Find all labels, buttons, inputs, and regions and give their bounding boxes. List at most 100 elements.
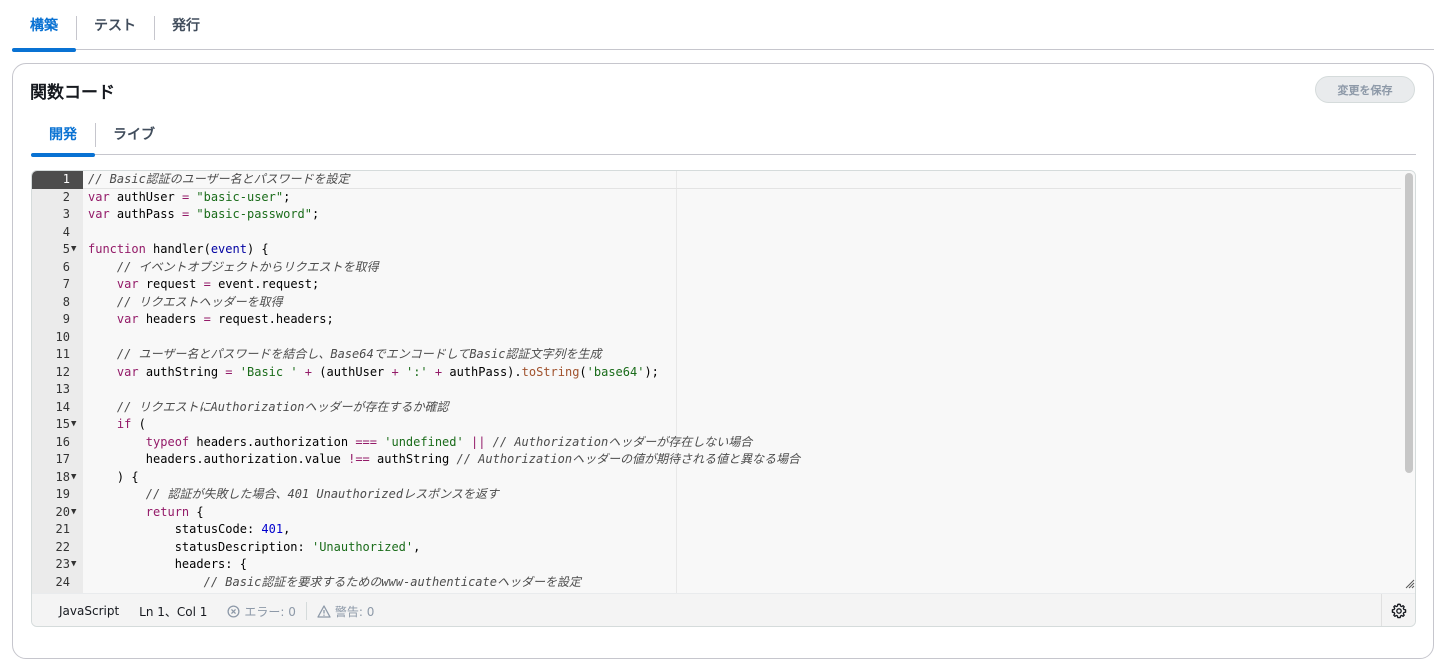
code-token: ; [283, 189, 291, 204]
code-text: statusCode: 401, [88, 521, 291, 539]
line-number: 19 [55, 487, 70, 501]
code-token: ( [579, 364, 587, 379]
code-token: typeof [145, 434, 190, 449]
code-area[interactable]: 1 // Basic認証のユーザー名とパスワードを設定 2 var authUser … [32, 171, 1415, 593]
cursor-position: Ln 1、Col 1 [139, 604, 208, 619]
code-line[interactable]: 20 ▼ return { [32, 504, 1402, 522]
top-tab-bar: 構築 テスト 発行 [12, 0, 1434, 52]
save-changes-button[interactable]: 変更を保存 [1315, 76, 1415, 103]
line-number: 1 [32, 171, 83, 189]
warning-triangle-icon [317, 604, 331, 618]
code-line[interactable]: 11 // ユーザー名とパスワードを結合し、Base64でエンコードしてBasi… [32, 346, 1402, 364]
code-token: request.headers; [210, 312, 334, 326]
code-text: typeof headers.authorization === 'undefi… [88, 434, 752, 452]
fold-arrow-icon[interactable]: ▼ [71, 556, 81, 574]
code-token: "basic-password" [196, 207, 312, 221]
language-mode: JavaScript [59, 604, 120, 618]
code-token: var [116, 277, 139, 291]
code-line[interactable]: 13 [32, 381, 1402, 399]
resize-handle-icon[interactable] [1403, 577, 1415, 589]
tab-test[interactable]: テスト [76, 0, 154, 50]
tab-publish[interactable]: 発行 [154, 0, 218, 50]
line-number: 17 [55, 452, 70, 466]
code-line[interactable]: 4 [32, 224, 1402, 242]
code-token: authUser [109, 189, 182, 204]
line-number: 2 [62, 189, 70, 204]
code-token: authPass). [442, 364, 522, 379]
code-line[interactable]: 7 var request = event.request; [32, 276, 1402, 294]
code-text: headers.authorization.value !== authStri… [88, 451, 800, 469]
code-token: return [145, 504, 190, 519]
code-token: event.request; [210, 277, 320, 291]
code-line[interactable]: 17 headers.authorization.value !== authS… [32, 451, 1402, 469]
code-token: + [304, 364, 313, 379]
code-text: statusDescription: 'Unauthorized', [88, 539, 421, 557]
code-token: 401 [261, 522, 284, 536]
code-token: // Basic認証のユーザー名とパスワードを設定 [88, 172, 350, 186]
code-token: // ユーザー名とパスワードを結合し、Base64でエンコードしてBasic認証… [116, 347, 602, 361]
code-line[interactable]: 9 var headers = request.headers; [32, 311, 1402, 329]
code-line[interactable]: 6 // イベントオブジェクトからリクエストを取得 [32, 259, 1402, 277]
code-text: var authUser = "basic-user"; [88, 189, 290, 207]
gear-icon[interactable] [1391, 603, 1407, 619]
code-line[interactable]: 19 // 認証が失敗した場合、401 Unauthorizedレスポンスを返す [32, 486, 1402, 504]
code-line[interactable]: 5 ▼ function handler(event) { [32, 241, 1402, 259]
code-token: = [203, 277, 211, 291]
error-count[interactable]: エラー: 0 [217, 603, 306, 620]
code-line[interactable]: 22 statusDescription: 'Unauthorized', [32, 539, 1402, 557]
fold-arrow-icon[interactable]: ▼ [71, 469, 81, 487]
code-text: function handler(event) { [88, 241, 269, 259]
code-line[interactable]: 10 [32, 329, 1402, 347]
code-line[interactable]: 12 var authString = 'Basic ' + (authUser… [32, 364, 1402, 382]
vertical-scrollbar[interactable] [1405, 173, 1413, 473]
code-line[interactable]: 16 typeof headers.authorization === 'und… [32, 434, 1402, 452]
code-text: // Basic認証のユーザー名とパスワードを設定 [88, 171, 350, 189]
code-line[interactable]: 18 ▼ ) { [32, 469, 1402, 487]
line-number: 15 [55, 417, 70, 431]
code-line[interactable]: 14 // リクエストにAuthorizationヘッダーが存在するか確認 [32, 399, 1402, 417]
code-line[interactable]: 1 // Basic認証のユーザー名とパスワードを設定 [32, 171, 1402, 189]
code-token: // リクエストヘッダーを取得 [116, 294, 283, 309]
code-line[interactable]: 8 // リクエストヘッダーを取得 [32, 294, 1402, 312]
code-token: var [116, 364, 139, 379]
code-token: var [88, 207, 110, 221]
code-token: ) { [246, 242, 269, 256]
code-token: , [283, 522, 291, 536]
fold-arrow-icon[interactable]: ▼ [71, 416, 81, 434]
code-line[interactable]: 3 var authPass = "basic-password"; [32, 206, 1402, 224]
code-line[interactable]: 21 statusCode: 401, [32, 521, 1402, 539]
line-number: 10 [55, 329, 70, 344]
code-token: || [470, 434, 486, 449]
line-number: 12 [55, 364, 70, 379]
code-token: function [88, 242, 146, 256]
code-line[interactable]: 2 var authUser = "basic-user"; [32, 189, 1402, 207]
tab-live[interactable]: ライブ [95, 112, 173, 155]
code-token: (authUser [312, 364, 392, 379]
code-text: // Basic認証を要求するためのwww-authenticateヘッダーを設… [88, 574, 581, 592]
code-line[interactable]: 23 ▼ headers: { [32, 556, 1402, 574]
warning-count[interactable]: 警告: 0 [307, 603, 385, 620]
code-token: 'Basic ' [239, 364, 298, 379]
tab-build[interactable]: 構築 [12, 0, 76, 52]
code-text: // ユーザー名とパスワードを結合し、Base64でエンコードしてBasic認証… [88, 346, 602, 364]
code-text: // 認証が失敗した場合、401 Unauthorizedレスポンスを返す [88, 486, 499, 504]
fold-arrow-icon[interactable]: ▼ [71, 241, 81, 259]
code-token: statusDescription: [88, 539, 312, 554]
code-token: // 認証が失敗した場合、401 Unauthorizedレスポンスを返す [145, 487, 499, 501]
tab-development[interactable]: 開発 [31, 112, 95, 157]
line-number: 13 [55, 382, 70, 396]
code-token: + [391, 364, 399, 379]
code-token: ( [131, 417, 146, 431]
fold-arrow-icon[interactable]: ▼ [71, 504, 81, 522]
code-line[interactable]: 24 // Basic認証を要求するためのwww-authenticateヘッダ… [32, 574, 1402, 592]
code-token: authPass [109, 207, 182, 221]
code-line[interactable]: 15 ▼ if ( [32, 416, 1402, 434]
